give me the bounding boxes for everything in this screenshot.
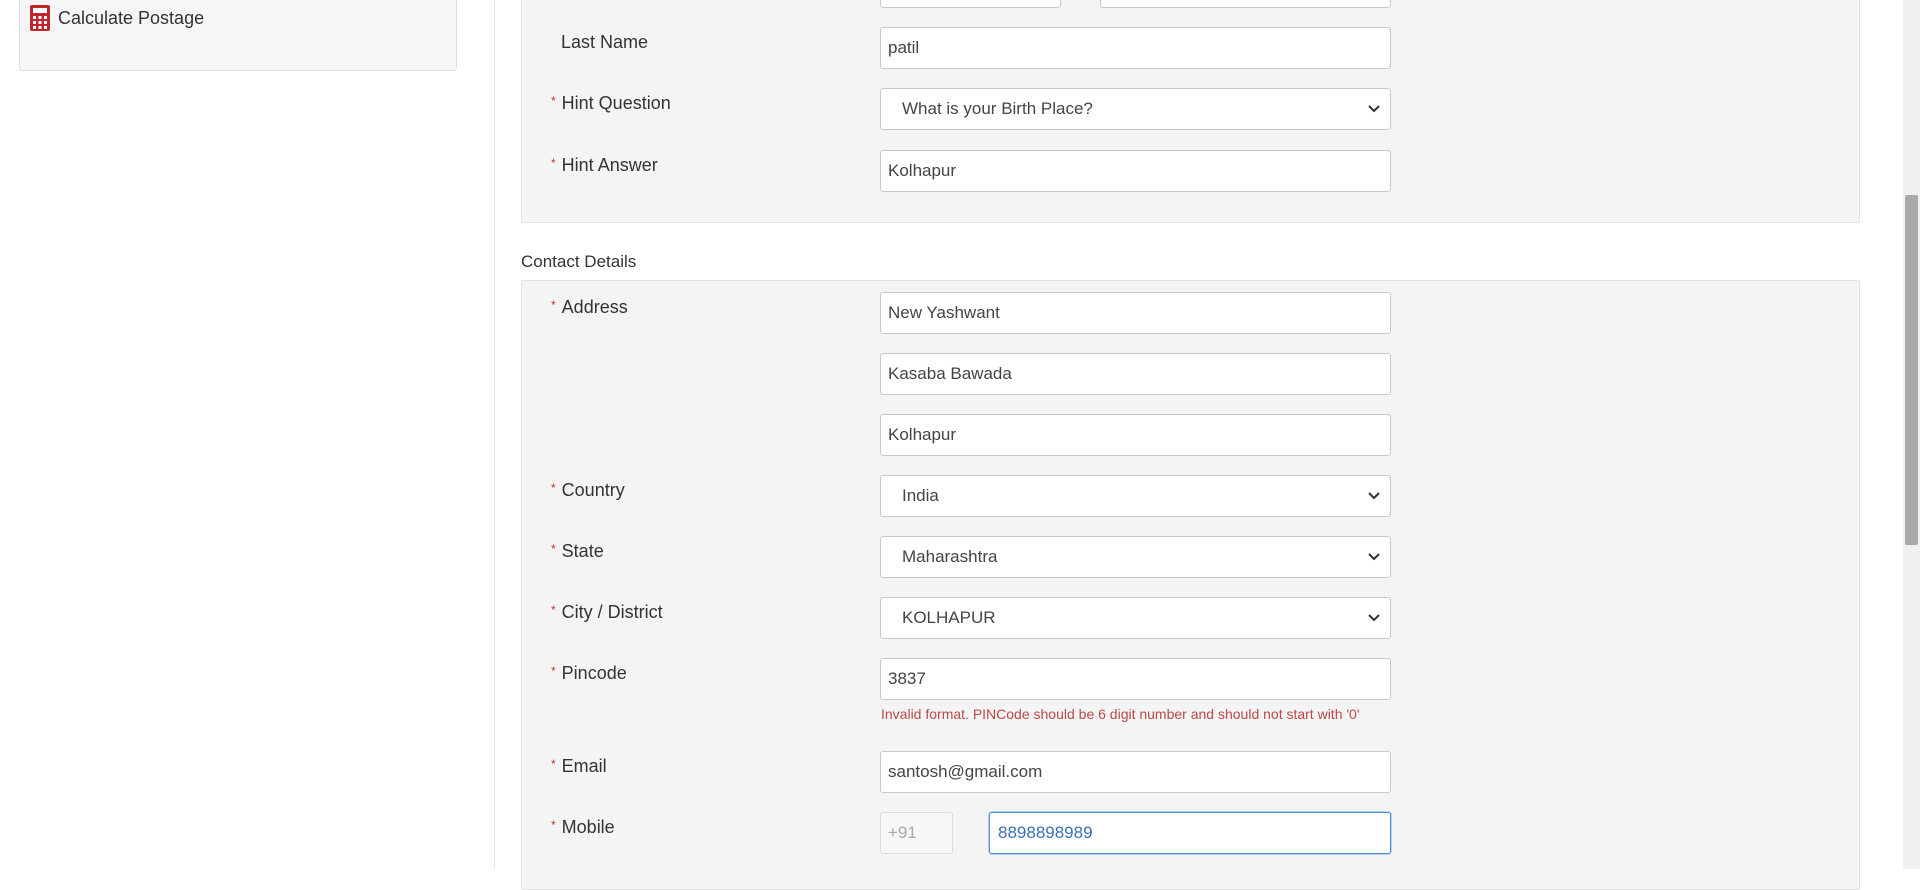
partial-input-left[interactable] — [880, 0, 1061, 8]
chevron-down-icon — [1368, 614, 1380, 622]
hint-question-select[interactable]: What is your Birth Place? — [880, 88, 1391, 130]
city-district-label: * City / District — [551, 602, 663, 622]
address-line2-input[interactable] — [880, 353, 1391, 395]
city-district-select[interactable]: KOLHAPUR — [880, 597, 1391, 639]
state-select[interactable]: Maharashtra — [880, 536, 1391, 578]
chevron-down-icon — [1368, 492, 1380, 500]
email-input[interactable] — [880, 751, 1391, 793]
mobile-input[interactable] — [989, 812, 1391, 854]
email-label: * Email — [551, 756, 607, 776]
chevron-down-icon — [1368, 553, 1380, 561]
scrollbar-thumb[interactable] — [1905, 195, 1918, 545]
last-name-label: Last Name — [561, 32, 649, 52]
partial-input-right[interactable] — [1100, 0, 1391, 8]
state-value: Maharashtra — [902, 547, 998, 566]
address-label: * Address — [551, 297, 628, 317]
pincode-input[interactable] — [880, 658, 1391, 700]
address-line1-input[interactable] — [880, 292, 1391, 334]
country-select[interactable]: India — [880, 475, 1391, 517]
country-value: India — [902, 486, 939, 505]
pincode-label: * Pincode — [551, 663, 627, 683]
pincode-error-message: Invalid format. PINCode should be 6 digi… — [881, 706, 1360, 722]
mobile-country-code: +91 — [880, 812, 953, 854]
country-label: * Country — [551, 480, 625, 500]
last-name-input[interactable] — [880, 27, 1391, 69]
contact-details-heading: Contact Details — [521, 252, 637, 271]
address-line3-input[interactable] — [880, 414, 1391, 456]
calculate-postage-label: Calculate Postage — [58, 7, 205, 28]
chevron-down-icon — [1368, 105, 1380, 113]
content-divider — [494, 0, 495, 869]
sidebar-panel: Calculate Postage — [19, 0, 457, 71]
calculator-icon — [30, 5, 50, 31]
city-district-value: KOLHAPUR — [902, 608, 996, 627]
calculate-postage-link[interactable]: Calculate Postage — [30, 5, 204, 31]
state-label: * State — [551, 541, 604, 561]
hint-answer-label: * Hint Answer — [551, 155, 658, 175]
hint-question-label: * Hint Question — [551, 93, 671, 113]
hint-question-value: What is your Birth Place? — [902, 99, 1093, 118]
hint-answer-input[interactable] — [880, 150, 1391, 192]
mobile-label: * Mobile — [551, 817, 615, 837]
